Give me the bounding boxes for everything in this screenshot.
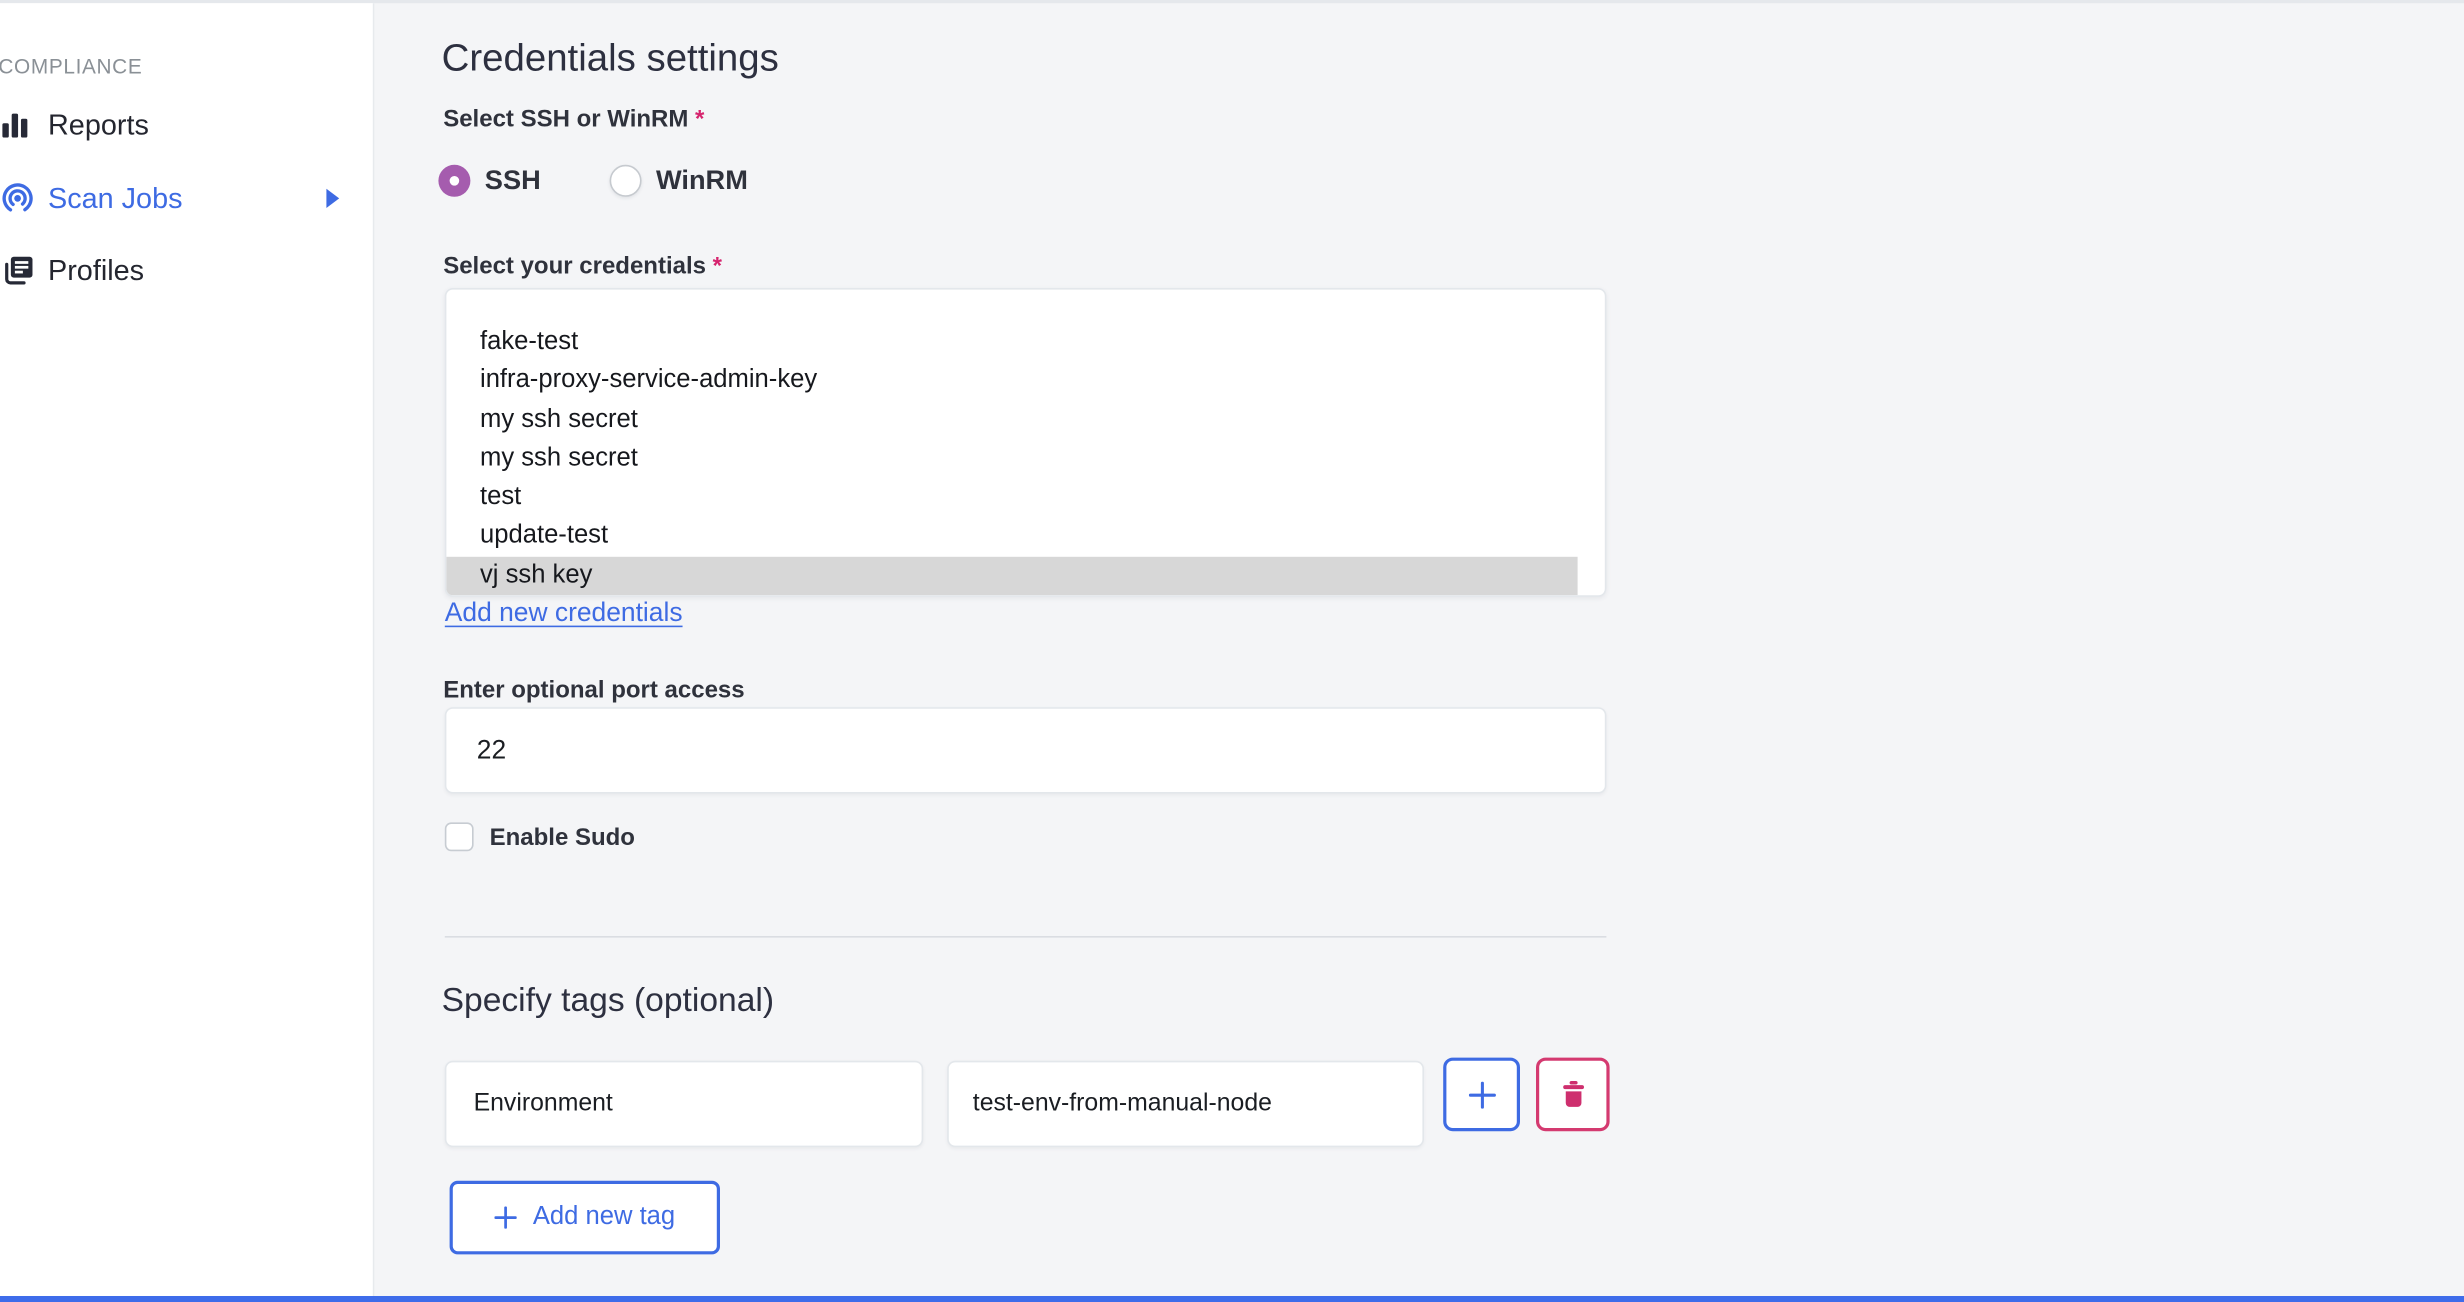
chevron-right-icon xyxy=(326,188,340,208)
delete-tag-row-button[interactable] xyxy=(1536,1057,1610,1132)
ssh-radio-label: SSH xyxy=(484,164,541,196)
credential-option[interactable]: test xyxy=(446,479,1577,518)
credential-option[interactable]: fake-test xyxy=(446,323,1577,362)
bar-chart-icon xyxy=(2,112,29,138)
sidebar-item-reports[interactable]: Reports xyxy=(0,104,373,146)
credential-option[interactable]: infra-proxy-service-admin-key xyxy=(446,362,1577,401)
winrm-radio-label: WinRM xyxy=(655,164,748,196)
credentials-field-label: Select your credentials * xyxy=(443,252,723,280)
page-title: Credentials settings xyxy=(441,36,779,80)
plus-icon xyxy=(1468,1080,1496,1108)
scan-icon xyxy=(2,182,34,214)
winrm-radio[interactable] xyxy=(609,164,642,197)
tag-key-input[interactable] xyxy=(444,1060,924,1148)
credential-option[interactable]: my ssh secret xyxy=(446,440,1577,479)
compliance-sidebar: COMPLIANCE Reports Scan Jobs Profiles xyxy=(0,3,375,1296)
section-divider xyxy=(444,936,1607,938)
sidebar-item-scan-jobs[interactable]: Scan Jobs xyxy=(0,178,373,220)
credential-option[interactable]: update-test xyxy=(446,518,1577,557)
required-asterisk: * xyxy=(695,105,705,133)
tags-section-title: Specify tags (optional) xyxy=(441,982,775,1020)
tag-value-input[interactable] xyxy=(947,1060,1424,1148)
sidebar-item-profiles[interactable]: Profiles xyxy=(0,250,373,292)
protocol-radio-group: SSH WinRM xyxy=(438,164,748,197)
add-tag-row-button[interactable] xyxy=(1443,1057,1520,1132)
credential-option-selected[interactable]: vj ssh key xyxy=(446,556,1578,596)
enable-sudo-checkbox[interactable] xyxy=(444,822,473,851)
bottom-accent-bar xyxy=(0,1295,2464,1302)
add-new-credentials-link[interactable]: Add new credentials xyxy=(445,598,683,628)
plus-icon xyxy=(494,1206,517,1229)
profiles-icon xyxy=(2,256,34,286)
required-asterisk: * xyxy=(712,252,723,280)
port-field-label: Enter optional port access xyxy=(443,676,745,704)
sidebar-item-label: Profiles xyxy=(48,253,145,286)
sidebar-item-label: Reports xyxy=(48,108,149,140)
sidebar-section-label: COMPLIANCE xyxy=(0,54,143,79)
credentials-listbox[interactable]: fake-test infra-proxy-service-admin-key … xyxy=(444,288,1607,597)
enable-sudo-label: Enable Sudo xyxy=(489,824,635,852)
trash-icon xyxy=(1561,1080,1585,1109)
add-new-tag-label: Add new tag xyxy=(532,1203,676,1231)
credentials-settings-page: COMPLIANCE Reports Scan Jobs Profiles Cr… xyxy=(0,0,2464,1302)
add-new-tag-button[interactable]: Add new tag xyxy=(449,1180,720,1255)
credential-option[interactable]: my ssh secret xyxy=(446,401,1577,440)
ssh-radio[interactable] xyxy=(438,164,471,197)
sidebar-item-label: Scan Jobs xyxy=(48,181,183,214)
port-input[interactable] xyxy=(444,707,1607,794)
protocol-field-label: Select SSH or WinRM * xyxy=(443,105,705,133)
